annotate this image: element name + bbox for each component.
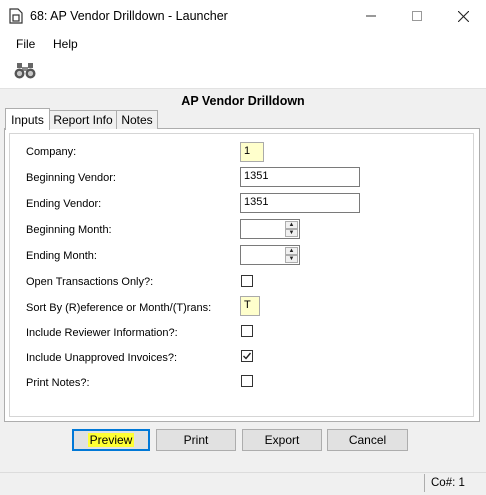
include-unapproved-label: Include Unapproved Invoices?: bbox=[26, 352, 178, 364]
cancel-button[interactable]: Cancel bbox=[327, 429, 408, 451]
spin-down-icon[interactable]: ▼ bbox=[285, 255, 298, 263]
status-bar bbox=[0, 472, 486, 495]
spin-up-icon[interactable]: ▲ bbox=[285, 247, 298, 255]
spin-down-icon[interactable]: ▼ bbox=[285, 229, 298, 237]
maximize-icon[interactable] bbox=[394, 0, 440, 32]
minimize-icon[interactable] bbox=[348, 0, 394, 32]
print-button[interactable]: Print bbox=[156, 429, 236, 451]
page-title: AP Vendor Drilldown bbox=[181, 94, 305, 108]
toolbar bbox=[0, 54, 486, 89]
ending-month-label: Ending Month: bbox=[26, 250, 97, 262]
ending-vendor-label: Ending Vendor: bbox=[26, 198, 102, 210]
spin-up-icon[interactable]: ▲ bbox=[285, 221, 298, 229]
sort-by-field[interactable]: T bbox=[240, 296, 260, 316]
tab-inputs[interactable]: Inputs bbox=[5, 108, 50, 130]
ending-month-stepper[interactable]: ▲ ▼ bbox=[240, 245, 300, 265]
menu-help[interactable]: Help bbox=[53, 37, 78, 51]
print-notes-checkbox[interactable] bbox=[241, 375, 253, 387]
open-transactions-checkbox[interactable] bbox=[241, 275, 253, 287]
tab-report-info[interactable]: Report Info bbox=[49, 110, 117, 129]
open-transactions-label: Open Transactions Only?: bbox=[26, 276, 154, 288]
status-company: Co#: 1 bbox=[424, 474, 465, 492]
print-notes-label: Print Notes?: bbox=[26, 377, 90, 389]
menu-file[interactable]: File bbox=[16, 37, 35, 51]
beginning-month-stepper[interactable]: ▲ ▼ bbox=[240, 219, 300, 239]
beginning-vendor-field[interactable]: 1351 bbox=[240, 167, 360, 187]
beginning-month-label: Beginning Month: bbox=[26, 224, 112, 236]
close-icon[interactable] bbox=[440, 0, 486, 32]
preview-button-label: Preview bbox=[87, 433, 135, 447]
tab-notes[interactable]: Notes bbox=[116, 110, 158, 129]
company-label: Company: bbox=[26, 146, 77, 158]
company-field[interactable]: 1 bbox=[240, 142, 264, 162]
binoculars-icon[interactable] bbox=[14, 62, 36, 80]
export-button[interactable]: Export bbox=[242, 429, 322, 451]
checkmark-icon bbox=[243, 352, 252, 360]
ending-vendor-field[interactable]: 1351 bbox=[240, 193, 360, 213]
include-unapproved-checkbox[interactable] bbox=[241, 350, 253, 362]
app-doc-icon bbox=[9, 8, 23, 24]
include-reviewer-checkbox[interactable] bbox=[241, 325, 253, 337]
window-title: 68: AP Vendor Drilldown - Launcher bbox=[30, 9, 228, 23]
preview-button[interactable]: Preview bbox=[72, 429, 150, 451]
include-reviewer-label: Include Reviewer Information?: bbox=[26, 327, 178, 339]
beginning-vendor-label: Beginning Vendor: bbox=[26, 172, 116, 184]
sort-by-label: Sort By (R)eference or Month/(T)rans: bbox=[26, 302, 212, 314]
